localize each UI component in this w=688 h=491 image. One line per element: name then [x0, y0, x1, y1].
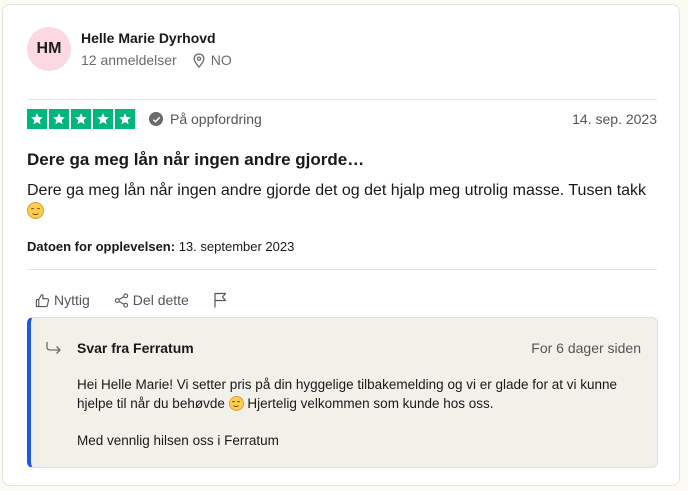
check-circle-icon	[149, 112, 163, 126]
report-button[interactable]	[213, 292, 231, 308]
review-count: 12 anmeldelser	[81, 52, 177, 68]
star-icon	[93, 109, 113, 129]
rating-row: På oppfordring 14. sep. 2023	[27, 109, 657, 129]
reviewer-name[interactable]: Helle Marie Dyrhovd	[81, 30, 232, 46]
reply-date: For 6 dager siden	[531, 340, 641, 356]
share-label: Del dette	[132, 292, 189, 308]
useful-button[interactable]: Nyttig	[35, 292, 90, 308]
share-button[interactable]: Del dette	[114, 292, 189, 308]
review-title[interactable]: Dere ga meg lån når ingen andre gjorde…	[27, 150, 364, 170]
flag-icon	[214, 292, 226, 308]
useful-label: Nyttig	[54, 292, 90, 308]
reviewer-header: HM Helle Marie Dyrhovd 12 anmeldelser NO	[27, 27, 232, 71]
reply-signature: Med vennlig hilsen oss i Ferratum	[77, 433, 279, 448]
location-pin-icon	[193, 52, 205, 68]
star-icon	[27, 109, 47, 129]
experience-label: Datoen for opplevelsen:	[27, 239, 176, 254]
country-code: NO	[210, 52, 232, 68]
star-rating	[27, 109, 135, 129]
review-card: HM Helle Marie Dyrhovd 12 anmeldelser NO	[2, 4, 680, 486]
review-date: 14. sep. 2023	[572, 111, 657, 127]
experience-date: Datoen for opplevelsen: 13. september 20…	[27, 239, 294, 254]
divider	[27, 99, 657, 100]
star-icon	[71, 109, 91, 129]
invited-label: På oppfordring	[170, 111, 262, 127]
star-icon	[49, 109, 69, 129]
reply-arrow-icon	[46, 342, 61, 354]
reviewer-info: Helle Marie Dyrhovd 12 anmeldelser NO	[81, 30, 232, 68]
review-body-text: Dere ga meg lån når ingen andre gjorde d…	[27, 182, 647, 199]
company-reply: Svar fra Ferratum For 6 dager siden Hei …	[27, 317, 658, 468]
divider	[27, 269, 657, 270]
avatar[interactable]: HM	[27, 27, 71, 71]
thumbs-up-icon	[35, 293, 50, 307]
smiling-face-emoji-icon	[27, 202, 44, 219]
share-icon	[114, 292, 128, 308]
reviewer-location: NO	[193, 52, 232, 68]
review-actions: Nyttig Del dette	[35, 292, 659, 308]
smiling-face-emoji-icon	[228, 396, 244, 411]
invited-badge[interactable]: På oppfordring	[149, 111, 262, 127]
reviewer-meta: 12 anmeldelser NO	[81, 52, 232, 68]
reply-author: Svar fra Ferratum	[77, 340, 194, 356]
reply-text: Hei Helle Marie! Vi setter pris på din h…	[77, 375, 637, 413]
star-icon	[115, 109, 135, 129]
reply-text-part2: Hjertelig velkommen som kunde hos oss.	[247, 396, 494, 411]
review-body: Dere ga meg lån når ingen andre gjorde d…	[27, 180, 647, 222]
experience-value: 13. september 2023	[178, 239, 295, 254]
